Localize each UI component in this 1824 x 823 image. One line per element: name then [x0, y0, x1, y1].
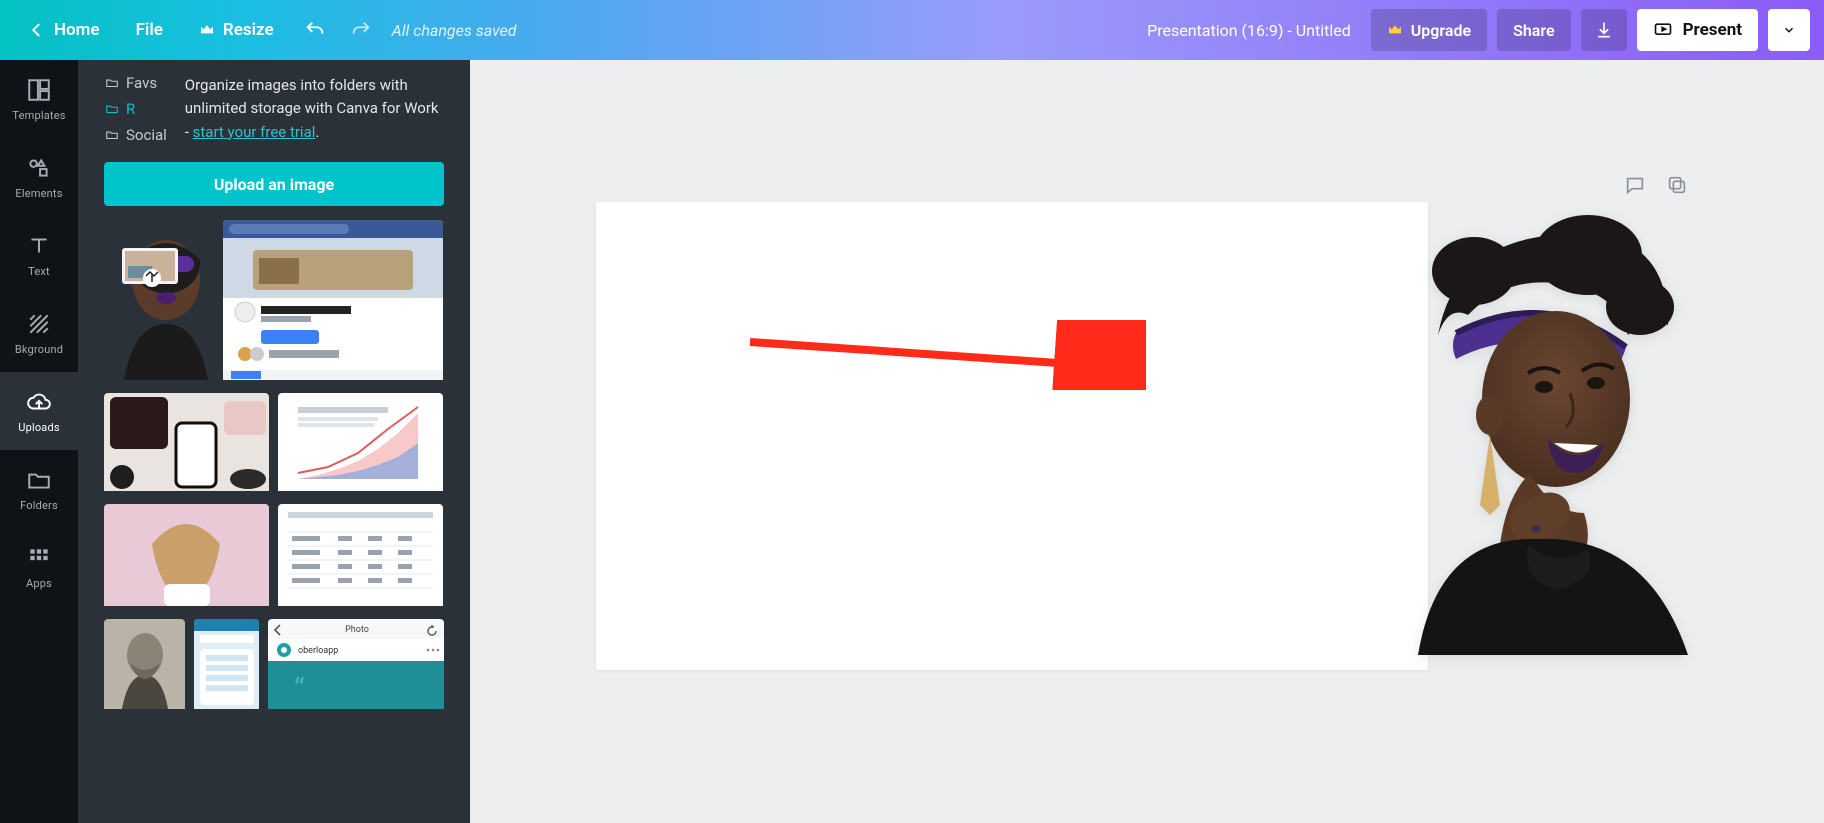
duplicate-page-button[interactable]	[1666, 174, 1688, 200]
placed-image[interactable]	[1378, 215, 1688, 655]
save-status: All changes saved	[392, 21, 517, 40]
present-button[interactable]: Present	[1637, 9, 1758, 51]
folder-highlighted-label: R	[126, 100, 135, 118]
chart-image-icon	[278, 393, 443, 491]
document-title[interactable]: Presentation (16:9) - Untitled	[1147, 21, 1351, 40]
rail-templates-label: Templates	[12, 109, 65, 122]
folder-icon	[104, 128, 120, 142]
folder-favs[interactable]: Favs	[104, 74, 167, 92]
rail-folders-label: Folders	[20, 499, 58, 512]
folder-social-label: Social	[126, 126, 167, 144]
upload-thumb[interactable]: Photo oberloapp “	[268, 619, 444, 713]
upload-thumb[interactable]	[104, 504, 269, 610]
upload-thumb[interactable]	[278, 504, 443, 610]
upload-image-button[interactable]: Upload an image	[104, 162, 444, 206]
chevron-down-icon	[1782, 23, 1796, 37]
rail-folders[interactable]: Folders	[0, 450, 78, 528]
upload-image-label: Upload an image	[214, 175, 334, 194]
table-image-icon	[278, 504, 443, 606]
text-icon	[26, 233, 52, 259]
social-preview-icon	[223, 220, 443, 380]
redo-icon	[350, 19, 372, 41]
model-photo-icon	[104, 504, 269, 606]
present-label: Present	[1683, 20, 1742, 40]
duplicate-icon	[1666, 174, 1688, 196]
resize-label: Resize	[223, 20, 274, 40]
present-options-button[interactable]	[1768, 9, 1810, 51]
comments-button[interactable]	[1624, 174, 1646, 200]
uploads-grid: Photo oberloapp “	[104, 220, 444, 713]
home-label: Home	[54, 20, 100, 40]
drag-preview	[122, 248, 172, 288]
download-button[interactable]	[1581, 9, 1627, 51]
background-icon	[26, 311, 52, 337]
folder-social[interactable]: Social	[104, 126, 167, 144]
slide-actions	[1624, 174, 1688, 200]
rail-uploads-label: Uploads	[18, 421, 60, 434]
promo-link[interactable]: start your free trial	[193, 123, 316, 141]
apps-icon	[26, 545, 52, 571]
rail-text-label: Text	[28, 265, 50, 278]
redo-button[interactable]	[338, 0, 384, 60]
elements-icon	[26, 155, 52, 181]
upload-thumb[interactable]	[223, 220, 443, 384]
svg-text:Photo: Photo	[345, 625, 369, 635]
folder-list: Favs R Social	[104, 74, 167, 144]
folder-icon	[104, 102, 120, 116]
folder-highlighted[interactable]: R	[104, 100, 167, 118]
instagram-post-icon: Photo oberloapp “	[268, 619, 444, 709]
flatlay-photo-icon	[104, 393, 269, 491]
folder-favs-label: Favs	[126, 74, 157, 92]
svg-text:“: “	[294, 672, 305, 707]
uploads-icon	[26, 389, 52, 415]
share-label: Share	[1513, 21, 1555, 40]
left-rail: Templates Elements Text Bkground Uploads…	[0, 60, 78, 823]
upgrade-label: Upgrade	[1411, 21, 1471, 40]
share-button[interactable]: Share	[1497, 9, 1571, 51]
undo-icon	[304, 19, 326, 41]
folder-icon	[104, 76, 120, 90]
rail-elements-label: Elements	[15, 187, 62, 200]
canvas-stage[interactable]	[470, 60, 1824, 823]
slide-canvas[interactable]	[596, 202, 1428, 670]
rail-bkground-label: Bkground	[15, 343, 63, 356]
upgrade-button[interactable]: Upgrade	[1371, 9, 1487, 51]
promo-period: .	[315, 123, 319, 141]
folders-icon	[26, 467, 52, 493]
resize-menu[interactable]: Resize	[181, 0, 292, 60]
side-panel: Favs R Social Organize images into folde…	[78, 60, 470, 823]
presentation-icon	[1653, 20, 1673, 40]
undo-button[interactable]	[292, 0, 338, 60]
home-button[interactable]: Home	[10, 0, 118, 60]
rail-bkground[interactable]: Bkground	[0, 294, 78, 372]
rail-uploads[interactable]: Uploads	[0, 372, 78, 450]
templates-icon	[26, 77, 52, 103]
rail-apps-label: Apps	[26, 577, 52, 590]
file-menu[interactable]: File	[118, 0, 181, 60]
upload-thumb[interactable]	[104, 619, 185, 713]
vintage-portrait-icon	[104, 619, 185, 709]
upload-thumb[interactable]	[104, 393, 269, 495]
upload-thumb[interactable]	[194, 619, 259, 713]
rail-elements[interactable]: Elements	[0, 138, 78, 216]
chevron-left-icon	[28, 21, 46, 39]
crown-icon	[1387, 22, 1403, 38]
svg-text:oberloapp: oberloapp	[298, 646, 338, 656]
comment-icon	[1624, 174, 1646, 196]
file-label: File	[136, 20, 163, 40]
crown-icon	[199, 22, 215, 38]
rail-apps[interactable]: Apps	[0, 528, 78, 606]
promo-text: Organize images into folders with unlimi…	[185, 74, 444, 144]
rail-templates[interactable]: Templates	[0, 60, 78, 138]
top-bar: Home File Resize All changes saved Prese…	[0, 0, 1824, 60]
person-photo-icon	[104, 220, 214, 380]
upload-thumb[interactable]	[278, 393, 443, 495]
download-icon	[1594, 20, 1614, 40]
mobile-settings-icon	[194, 619, 259, 709]
upload-thumb[interactable]	[104, 220, 214, 384]
rail-text[interactable]: Text	[0, 216, 78, 294]
